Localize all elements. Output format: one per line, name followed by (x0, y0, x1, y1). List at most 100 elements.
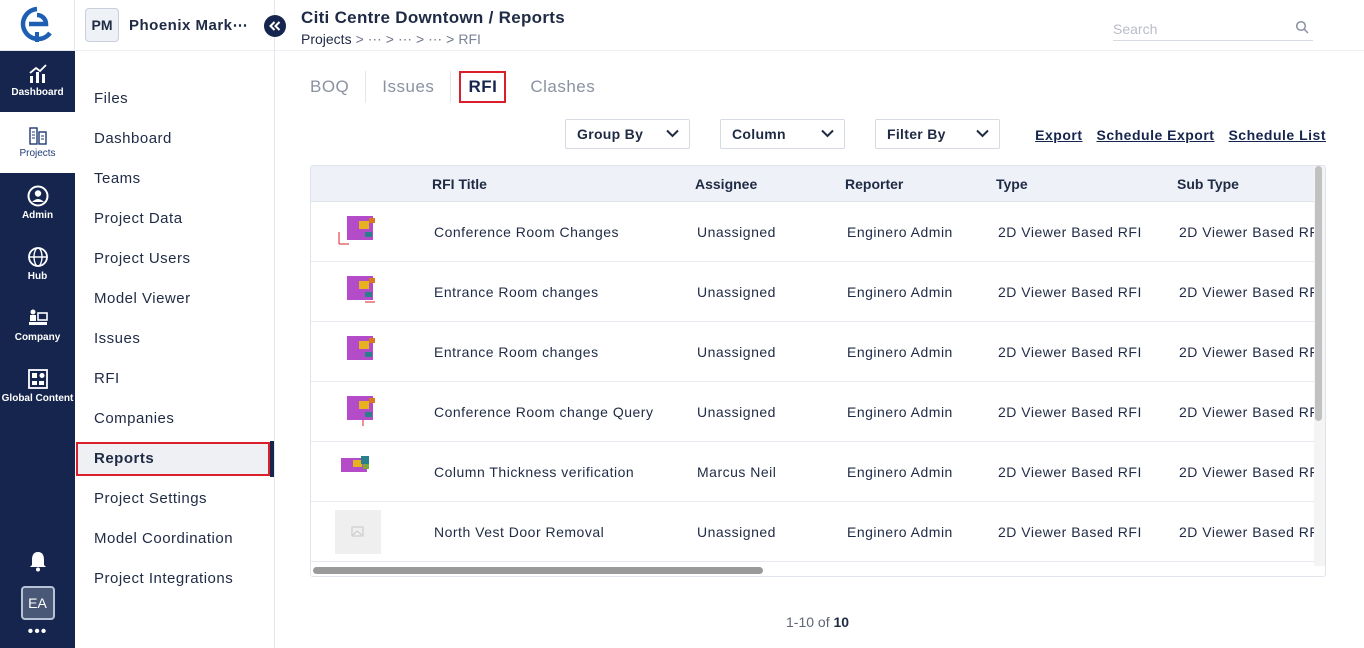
column-header-sub-type[interactable]: Sub Type (1177, 176, 1239, 192)
horizontal-scrollbar[interactable] (313, 567, 763, 574)
breadcrumb-ellipsis[interactable]: ⋯ (428, 31, 442, 48)
breadcrumb-separator: > (385, 31, 394, 47)
rail-item-projects[interactable]: Projects (0, 112, 75, 173)
export-link[interactable]: Export (1035, 127, 1082, 143)
collapse-sidebar-button[interactable] (264, 15, 286, 37)
rfi-subtype: 2D Viewer Based RFI (1179, 524, 1323, 540)
tab-rfi[interactable]: RFI (459, 71, 507, 103)
vertical-scrollbar[interactable] (1315, 166, 1322, 421)
rail-label: Dashboard (11, 87, 64, 98)
table-row[interactable]: Column Thickness verification Marcus Nei… (311, 442, 1322, 502)
nav-item-project-users[interactable]: Project Users (75, 239, 274, 279)
column-header-reporter[interactable]: Reporter (845, 176, 903, 192)
schedule-export-link[interactable]: Schedule Export (1097, 127, 1215, 143)
nav-item-model-coordination[interactable]: Model Coordination (75, 519, 274, 559)
nav-item-files[interactable]: Files (75, 79, 274, 119)
rail-label: Hub (27, 271, 48, 282)
breadcrumb: Projects > ⋯ > ⋯ > ⋯ > RFI (301, 31, 481, 48)
rfi-report-table: RFI Title Assignee Reporter Type Sub Typ… (310, 165, 1326, 577)
table-row[interactable]: Conference Room change Query Unassigned … (311, 382, 1322, 442)
rfi-reporter: Enginero Admin (847, 224, 953, 240)
rfi-title[interactable]: Conference Room Changes (434, 224, 619, 240)
filter-by-dropdown[interactable]: Filter By (875, 119, 1000, 149)
rfi-type: 2D Viewer Based RFI (998, 284, 1142, 300)
rfi-assignee: Unassigned (697, 224, 776, 240)
rfi-title[interactable]: Entrance Room changes (434, 344, 599, 360)
nav-item-rfi[interactable]: RFI (75, 359, 274, 399)
rfi-assignee: Unassigned (697, 404, 776, 420)
rfi-assignee: Marcus Neil (697, 464, 777, 480)
rail-bottom: EA ••• (0, 541, 75, 648)
rfi-title[interactable]: North Vest Door Removal (434, 524, 604, 540)
rfi-type: 2D Viewer Based RFI (998, 344, 1142, 360)
pagination-summary: 1-10 of 10 (786, 614, 849, 630)
rfi-assignee: Unassigned (697, 344, 776, 360)
tab-issues[interactable]: Issues (366, 71, 452, 103)
nav-item-issues[interactable]: Issues (75, 319, 274, 359)
rail-label: Company (14, 332, 61, 343)
nav-item-project-data[interactable]: Project Data (75, 199, 274, 239)
table-row[interactable]: Entrance Room changes Unassigned Enginer… (311, 322, 1322, 382)
chart-icon (28, 64, 47, 83)
project-sidebar: PM Phoenix Mark⋯ Files Dashboard Teams P… (75, 0, 275, 648)
chevron-down-icon (666, 129, 679, 138)
nav-item-reports[interactable]: Reports (76, 441, 274, 477)
user-avatar[interactable]: EA (20, 586, 55, 620)
nav-item-dashboard[interactable]: Dashboard (75, 119, 274, 159)
tab-clashes[interactable]: Clashes (514, 71, 611, 103)
rfi-title[interactable]: Entrance Room changes (434, 284, 599, 300)
page-title: Citi Centre Downtown / Reports (301, 8, 565, 27)
nav-item-model-viewer[interactable]: Model Viewer (75, 279, 274, 319)
floorplan-thumb (347, 396, 375, 426)
column-header-rfi-title[interactable]: RFI Title (432, 176, 487, 192)
double-chevron-left-icon (269, 21, 281, 31)
column-label: Column (732, 126, 786, 142)
left-rail: Dashboard Projects Admin Hub Company Glo… (0, 0, 75, 648)
company-icon (28, 309, 48, 325)
tab-boq[interactable]: BOQ (310, 71, 367, 103)
search-input[interactable] (1113, 17, 1283, 37)
rfi-title[interactable]: Column Thickness verification (434, 464, 634, 480)
rfi-assignee: Unassigned (697, 524, 776, 540)
image-placeholder-thumb (335, 510, 381, 554)
notifications-button[interactable] (0, 541, 75, 581)
column-header-type[interactable]: Type (996, 176, 1028, 192)
rfi-title[interactable]: Conference Room change Query (434, 404, 653, 420)
table-row[interactable]: North Vest Door Removal Unassigned Engin… (311, 502, 1322, 562)
nav-item-project-settings[interactable]: Project Settings (75, 479, 274, 519)
user-circle-icon (27, 185, 48, 207)
project-header[interactable]: PM Phoenix Mark⋯ (75, 0, 274, 51)
rfi-assignee: Unassigned (697, 284, 776, 300)
nav-item-teams[interactable]: Teams (75, 159, 274, 199)
rfi-reporter: Enginero Admin (847, 464, 953, 480)
chevron-down-icon (821, 129, 834, 138)
more-button[interactable]: ••• (0, 624, 75, 648)
filter-by-label: Filter By (887, 126, 946, 142)
group-by-dropdown[interactable]: Group By (565, 119, 690, 149)
chevron-down-icon (976, 129, 989, 138)
rail-item-company[interactable]: Company (0, 295, 75, 356)
rail-item-global-content[interactable]: Global Content (0, 356, 75, 417)
breadcrumb-separator: > (446, 31, 455, 47)
breadcrumb-ellipsis[interactable]: ⋯ (368, 31, 382, 48)
rail-label: Admin (21, 210, 54, 221)
building-icon (28, 127, 47, 145)
breadcrumb-ellipsis[interactable]: ⋯ (398, 31, 412, 48)
app-logo[interactable] (0, 0, 75, 51)
table-header: RFI Title Assignee Reporter Type Sub Typ… (311, 166, 1325, 202)
column-dropdown[interactable]: Column (720, 119, 845, 149)
nav-item-companies[interactable]: Companies (75, 399, 274, 439)
breadcrumb-separator: > (355, 31, 364, 47)
schedule-list-link[interactable]: Schedule List (1228, 127, 1326, 143)
search-icon[interactable] (1295, 20, 1309, 34)
column-header-assignee[interactable]: Assignee (695, 176, 757, 192)
nav-item-project-integrations[interactable]: Project Integrations (75, 559, 274, 599)
rail-item-admin[interactable]: Admin (0, 173, 75, 234)
rail-item-dashboard[interactable]: Dashboard (0, 51, 75, 112)
search-box (1113, 17, 1313, 41)
floorplan-thumb (347, 276, 375, 303)
breadcrumb-projects[interactable]: Projects (301, 31, 352, 48)
table-row[interactable]: Conference Room Changes Unassigned Engin… (311, 202, 1322, 262)
table-row[interactable]: Entrance Room changes Unassigned Enginer… (311, 262, 1322, 322)
rail-item-hub[interactable]: Hub (0, 234, 75, 295)
